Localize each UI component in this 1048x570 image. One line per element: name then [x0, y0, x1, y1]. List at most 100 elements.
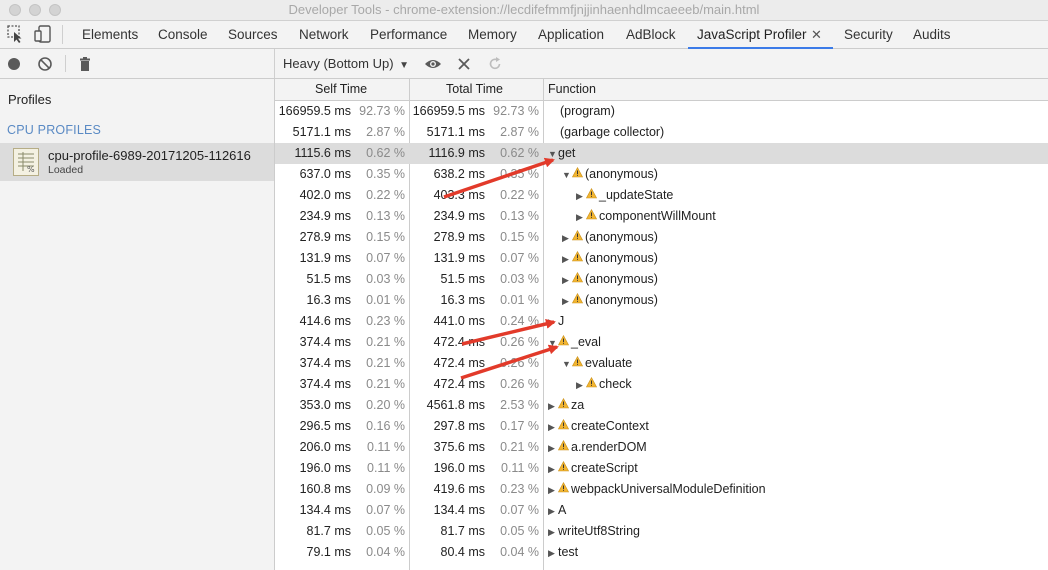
table-row[interactable]: 131.9 ms 0.07 % 131.9 ms 0.07 % ▶ (anonymous) — [275, 248, 1048, 269]
function-name[interactable]: (anonymous) — [585, 167, 658, 181]
total-time-column-header[interactable]: Total Time — [446, 79, 503, 100]
expand-triangle-closed-icon[interactable]: ▶ — [548, 522, 558, 543]
self-time-value: 5171.1 ms — [292, 125, 351, 139]
function-name[interactable]: createScript — [571, 461, 638, 475]
function-name[interactable]: componentWillMount — [599, 209, 716, 223]
expand-triangle-closed-icon[interactable]: ▶ — [548, 396, 558, 417]
deopt-warning-icon — [571, 164, 584, 185]
tab-performance[interactable]: Performance — [370, 21, 447, 48]
table-row[interactable]: 637.0 ms 0.35 % 638.2 ms 0.35 % ▼ (anonymous) — [275, 164, 1048, 185]
table-row[interactable]: 374.4 ms 0.21 % 472.4 ms 0.26 % ▼ evaluate — [275, 353, 1048, 374]
function-name[interactable]: evaluate — [585, 356, 632, 370]
record-icon[interactable] — [6, 56, 22, 72]
expand-triangle-closed-icon[interactable]: ▶ — [548, 417, 558, 438]
expand-triangle-closed-icon[interactable]: ▶ — [548, 312, 558, 333]
clear-all-icon[interactable] — [37, 56, 53, 72]
function-name[interactable]: check — [599, 377, 632, 391]
function-name[interactable]: (garbage collector) — [560, 125, 664, 139]
table-row[interactable]: 134.4 ms 0.07 % 134.4 ms 0.07 % ▶ A — [275, 500, 1048, 521]
function-name[interactable]: _eval — [571, 335, 601, 349]
expand-triangle-open-icon[interactable]: ▼ — [548, 333, 558, 354]
function-name[interactable]: writeUtf8String — [558, 524, 640, 538]
expand-triangle-open-icon[interactable]: ▼ — [562, 165, 572, 186]
table-row[interactable]: 206.0 ms 0.11 % 375.6 ms 0.21 % ▶ a.renderDOM — [275, 437, 1048, 458]
tab-javascript-profiler[interactable]: JavaScript Profiler — [697, 21, 807, 48]
tab-network[interactable]: Network — [299, 21, 349, 48]
focus-function-eye-icon[interactable] — [424, 56, 442, 72]
table-row[interactable]: 160.8 ms 0.09 % 419.6 ms 0.23 % ▶ webpackUniv… — [275, 479, 1048, 500]
total-time-percent: 0.01 % — [500, 293, 539, 307]
function-cell: ▶ _updateState — [576, 185, 673, 206]
tab-console[interactable]: Console — [158, 21, 208, 48]
exclude-function-icon[interactable] — [456, 56, 472, 72]
expand-triangle-open-icon[interactable]: ▼ — [562, 354, 572, 375]
expand-triangle-closed-icon[interactable]: ▶ — [562, 228, 572, 249]
tab-elements[interactable]: Elements — [82, 21, 138, 48]
function-name[interactable]: _updateState — [599, 188, 673, 202]
table-row[interactable]: 1115.6 ms 0.62 % 1116.9 ms 0.62 % ▼get — [275, 143, 1048, 164]
table-row[interactable]: 51.5 ms 0.03 % 51.5 ms 0.03 % ▶ (anonymous) — [275, 269, 1048, 290]
function-name[interactable]: get — [558, 146, 575, 160]
function-name[interactable]: (anonymous) — [585, 293, 658, 307]
table-row[interactable]: 402.0 ms 0.22 % 403.3 ms 0.22 % ▶ _updateStat… — [275, 185, 1048, 206]
table-row[interactable]: 353.0 ms 0.20 % 4561.8 ms 2.53 % ▶ za — [275, 395, 1048, 416]
expand-triangle-closed-icon[interactable]: ▶ — [576, 186, 586, 207]
expand-triangle-closed-icon[interactable]: ▶ — [562, 270, 572, 291]
table-row[interactable]: 16.3 ms 0.01 % 16.3 ms 0.01 % ▶ (anonymous) — [275, 290, 1048, 311]
expand-triangle-closed-icon[interactable]: ▶ — [548, 501, 558, 522]
view-mode-select[interactable]: Heavy (Bottom Up) ▼ — [283, 49, 409, 78]
self-time-column-header[interactable]: Self Time — [315, 79, 367, 100]
function-name[interactable]: za — [571, 398, 584, 412]
expand-triangle-open-icon[interactable]: ▼ — [548, 144, 558, 165]
total-time-value: 419.6 ms — [433, 482, 485, 496]
table-row[interactable]: 296.5 ms 0.16 % 297.8 ms 0.17 % ▶ createConte… — [275, 416, 1048, 437]
tab-adblock[interactable]: AdBlock — [626, 21, 676, 48]
table-row[interactable]: 374.4 ms 0.21 % 472.4 ms 0.26 % ▼ _eval — [275, 332, 1048, 353]
tab-audits[interactable]: Audits — [913, 21, 951, 48]
total-time-percent: 0.07 % — [500, 503, 539, 517]
function-name[interactable]: (anonymous) — [585, 230, 658, 244]
expand-triangle-closed-icon[interactable]: ▶ — [548, 543, 558, 564]
restore-all-icon[interactable] — [487, 56, 503, 72]
close-tab-icon[interactable]: ✕ — [811, 21, 822, 48]
function-name[interactable]: (anonymous) — [585, 251, 658, 265]
expand-triangle-closed-icon[interactable]: ▶ — [548, 438, 558, 459]
function-name[interactable]: (anonymous) — [585, 272, 658, 286]
tab-security[interactable]: Security — [844, 21, 893, 48]
tab-application[interactable]: Application — [538, 21, 604, 48]
table-row[interactable]: 5171.1 ms 2.87 % 5171.1 ms 2.87 % (garbage c… — [275, 122, 1048, 143]
expand-triangle-closed-icon[interactable]: ▶ — [562, 249, 572, 270]
function-name[interactable]: a.renderDOM — [571, 440, 647, 454]
expand-triangle-closed-icon[interactable]: ▶ — [548, 480, 558, 501]
self-time-value: 374.4 ms — [299, 356, 351, 370]
expand-triangle-closed-icon[interactable]: ▶ — [548, 459, 558, 480]
self-time-value: 134.4 ms — [299, 503, 351, 517]
function-cell: ▶ a.renderDOM — [548, 437, 647, 458]
expand-triangle-closed-icon[interactable]: ▶ — [576, 207, 586, 228]
expand-triangle-closed-icon[interactable]: ▶ — [576, 375, 586, 396]
tab-memory[interactable]: Memory — [468, 21, 517, 48]
function-column-header[interactable]: Function — [548, 79, 596, 100]
table-row[interactable]: 414.6 ms 0.23 % 441.0 ms 0.24 % ▶ J — [275, 311, 1048, 332]
function-name[interactable]: A — [558, 503, 566, 517]
function-name[interactable]: (program) — [560, 104, 615, 118]
table-row[interactable]: 166959.5 ms 92.73 % 166959.5 ms 92.73 % (pro… — [275, 101, 1048, 122]
expand-triangle-closed-icon[interactable]: ▶ — [562, 291, 572, 312]
function-cell: ▶ J — [548, 311, 564, 332]
table-row[interactable]: 79.1 ms 0.04 % 80.4 ms 0.04 % ▶ test — [275, 542, 1048, 563]
function-name[interactable]: webpackUniversalModuleDefinition — [571, 482, 766, 496]
function-name[interactable]: createContext — [571, 419, 649, 433]
table-row[interactable]: 81.7 ms 0.05 % 81.7 ms 0.05 % ▶ writeUtf8Stri… — [275, 521, 1048, 542]
inspect-element-icon[interactable] — [7, 25, 23, 48]
table-row[interactable]: 196.0 ms 0.11 % 196.0 ms 0.11 % ▶ createScrip… — [275, 458, 1048, 479]
device-toolbar-icon[interactable] — [34, 25, 52, 48]
table-row[interactable]: 374.4 ms 0.21 % 472.4 ms 0.26 % ▶ check — [275, 374, 1048, 395]
function-name[interactable]: test — [558, 545, 578, 559]
tab-sources[interactable]: Sources — [228, 21, 278, 48]
function-name[interactable]: J — [558, 314, 564, 328]
profile-list-item[interactable]: % cpu-profile-6989-20171205-112616 Loade… — [0, 143, 274, 181]
trash-icon[interactable] — [77, 56, 93, 72]
table-row[interactable]: 278.9 ms 0.15 % 278.9 ms 0.15 % ▶ (anonymous) — [275, 227, 1048, 248]
function-cell: (garbage collector) — [560, 122, 664, 143]
table-row[interactable]: 234.9 ms 0.13 % 234.9 ms 0.13 % ▶ componentWi… — [275, 206, 1048, 227]
